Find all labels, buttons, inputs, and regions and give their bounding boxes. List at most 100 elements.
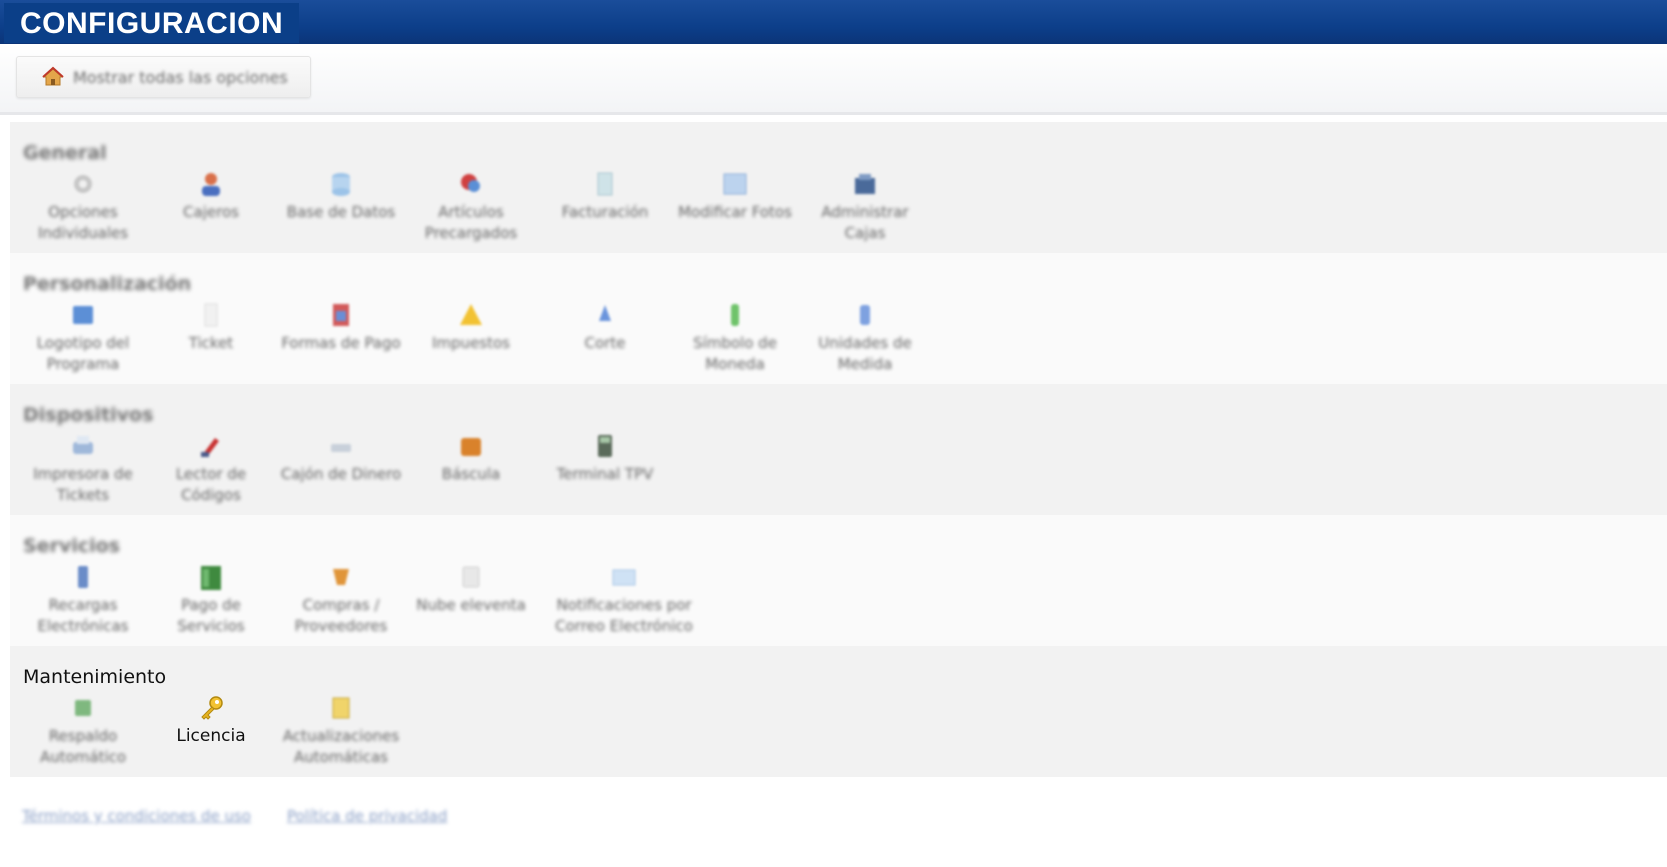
footer-links: Términos y condiciones de uso Política d… [22, 807, 447, 831]
database-icon [332, 173, 350, 196]
item-label: Lector de Códigos [175, 465, 247, 504]
section-mantenimiento: Mantenimiento Respaldo Automático Licenc… [10, 646, 1667, 777]
item-label: Nube eleventa [416, 596, 526, 614]
section-dispositivos: Dispositivos Impresora de Tickets Lector… [10, 384, 1667, 515]
home-icon [42, 66, 64, 86]
section-title-dispositivos: Dispositivos [23, 404, 154, 426]
item-base-de-datos[interactable]: Base de Datos [276, 170, 406, 223]
invoice-icon [597, 172, 613, 196]
item-label: Formas de Pago [281, 334, 401, 352]
update-icon [332, 697, 350, 719]
item-compras-proveedores[interactable]: Compras / Proveedores [276, 563, 406, 637]
section-mantenimiento-items: Respaldo Automático Licencia Actualizaci… [10, 694, 1010, 774]
section-personalizacion-items: Logotipo del Programa Ticket Formas de P… [10, 301, 1010, 381]
section-general: General Opciones Individuales Cajeros Ba… [10, 122, 1667, 253]
item-recargas-electronicas[interactable]: Recargas Electrónicas [18, 563, 148, 637]
photo-icon [723, 173, 747, 195]
item-label: Cajeros [183, 203, 239, 221]
mail-icon [612, 569, 636, 586]
item-label: Administrar Cajas [821, 203, 909, 242]
item-administrar-cajas[interactable]: Administrar Cajas [800, 170, 930, 244]
item-facturacion[interactable]: Facturación [540, 170, 670, 223]
cash-drawer-icon [331, 444, 351, 452]
products-icon [461, 174, 480, 192]
page-title: CONFIGURACION [4, 3, 300, 43]
item-label: Terminal TPV [556, 465, 654, 483]
item-unidades-de-medida[interactable]: Unidades de Medida [800, 301, 930, 375]
item-opciones-individuales[interactable]: Opciones Individuales [18, 170, 148, 244]
item-cajon-de-dinero[interactable]: Cajón de Dinero [276, 432, 406, 485]
item-label: Corte [584, 334, 626, 352]
item-label: Artículos Precargados [424, 203, 518, 242]
logo-icon [73, 306, 93, 324]
show-all-options-button[interactable]: Mostrar todas las opciones [16, 56, 311, 98]
item-articulos-precargados[interactable]: Artículos Precargados [406, 170, 536, 244]
scale-icon [461, 438, 481, 456]
section-title-general: General [23, 142, 107, 164]
item-cajeros[interactable]: Cajeros [146, 170, 276, 223]
section-dispositivos-items: Impresora de Tickets Lector de Códigos C… [10, 432, 1010, 512]
register-icon [855, 174, 875, 194]
item-impresora-de-tickets[interactable]: Impresora de Tickets [18, 432, 148, 506]
measure-icon [860, 305, 870, 325]
item-label: Báscula [441, 465, 501, 483]
section-general-items: Opciones Individuales Cajeros Base de Da… [10, 170, 1010, 250]
item-respaldo-automatico[interactable]: Respaldo Automático [18, 694, 148, 768]
item-modificar-fotos[interactable]: Modificar Fotos [670, 170, 800, 223]
item-label: Opciones Individuales [37, 203, 129, 242]
scanner-icon [201, 438, 219, 457]
currency-icon [731, 304, 739, 326]
item-lector-de-codigos[interactable]: Lector de Códigos [146, 432, 276, 506]
item-label: Recargas Electrónicas [37, 596, 129, 635]
tax-icon [460, 304, 482, 325]
section-personalizacion: Personalización Logotipo del Programa Ti… [10, 253, 1667, 384]
item-nube-eleventa[interactable]: Nube eleventa [406, 563, 536, 616]
item-corte[interactable]: Corte [540, 301, 670, 354]
item-impuestos[interactable]: Impuestos [406, 301, 536, 354]
section-title-mantenimiento: Mantenimiento [23, 666, 167, 688]
gear-icon [74, 175, 92, 193]
section-title-servicios: Servicios [23, 535, 120, 557]
item-label: Actualizaciones Automáticas [282, 727, 400, 766]
item-label: Notificaciones por Correo Electrónico [555, 596, 693, 635]
item-label: Compras / Proveedores [294, 596, 388, 635]
item-actualizaciones-automaticas[interactable]: Actualizaciones Automáticas [276, 694, 406, 768]
item-label: Impuestos [432, 334, 510, 352]
cut-icon [599, 305, 611, 321]
item-bascula[interactable]: Báscula [406, 432, 536, 485]
section-title-personalizacion: Personalización [23, 273, 192, 295]
phone-icon [78, 566, 88, 588]
item-label: Respaldo Automático [39, 727, 127, 766]
settings-panel: General Opciones Individuales Cajeros Ba… [10, 122, 1667, 777]
backup-icon [75, 700, 91, 716]
item-label: Impresora de Tickets [33, 465, 133, 504]
item-pago-de-servicios[interactable]: Pago de Servicios [146, 563, 276, 637]
printer-icon [73, 436, 93, 454]
item-label: Modificar Fotos [678, 203, 792, 221]
item-label: Ticket [188, 334, 234, 352]
toolbar: Mostrar todas las opciones [0, 44, 1667, 115]
item-logotipo-del-programa[interactable]: Logotipo del Programa [18, 301, 148, 375]
section-servicios-items: Recargas Electrónicas Pago de Servicios … [10, 563, 1010, 643]
key-icon [201, 696, 223, 720]
item-terminal-tpv[interactable]: Terminal TPV [540, 432, 670, 485]
item-label: Pago de Servicios [177, 596, 245, 635]
user-icon [202, 173, 220, 196]
item-label: Logotipo del Programa [36, 334, 130, 373]
item-formas-de-pago[interactable]: Formas de Pago [276, 301, 406, 354]
item-ticket[interactable]: Ticket [146, 301, 276, 354]
item-notificaciones-correo[interactable]: Notificaciones por Correo Electrónico [540, 563, 708, 637]
item-label: Símbolo de Moneda [693, 334, 777, 373]
item-simbolo-de-moneda[interactable]: Símbolo de Moneda [670, 301, 800, 375]
ticket-icon [204, 303, 218, 327]
pos-terminal-icon [598, 435, 612, 457]
cloud-icon [462, 566, 480, 588]
section-servicios: Servicios Recargas Electrónicas Pago de … [10, 515, 1667, 646]
item-label: Cajón de Dinero [280, 465, 402, 483]
item-label: Licencia [176, 726, 246, 746]
item-label: Facturación [561, 203, 649, 221]
item-licencia[interactable]: Licencia [146, 694, 276, 747]
terms-link[interactable]: Términos y condiciones de uso [22, 807, 251, 831]
privacy-link[interactable]: Política de privacidad [287, 807, 447, 831]
item-label: Base de Datos [286, 203, 396, 221]
